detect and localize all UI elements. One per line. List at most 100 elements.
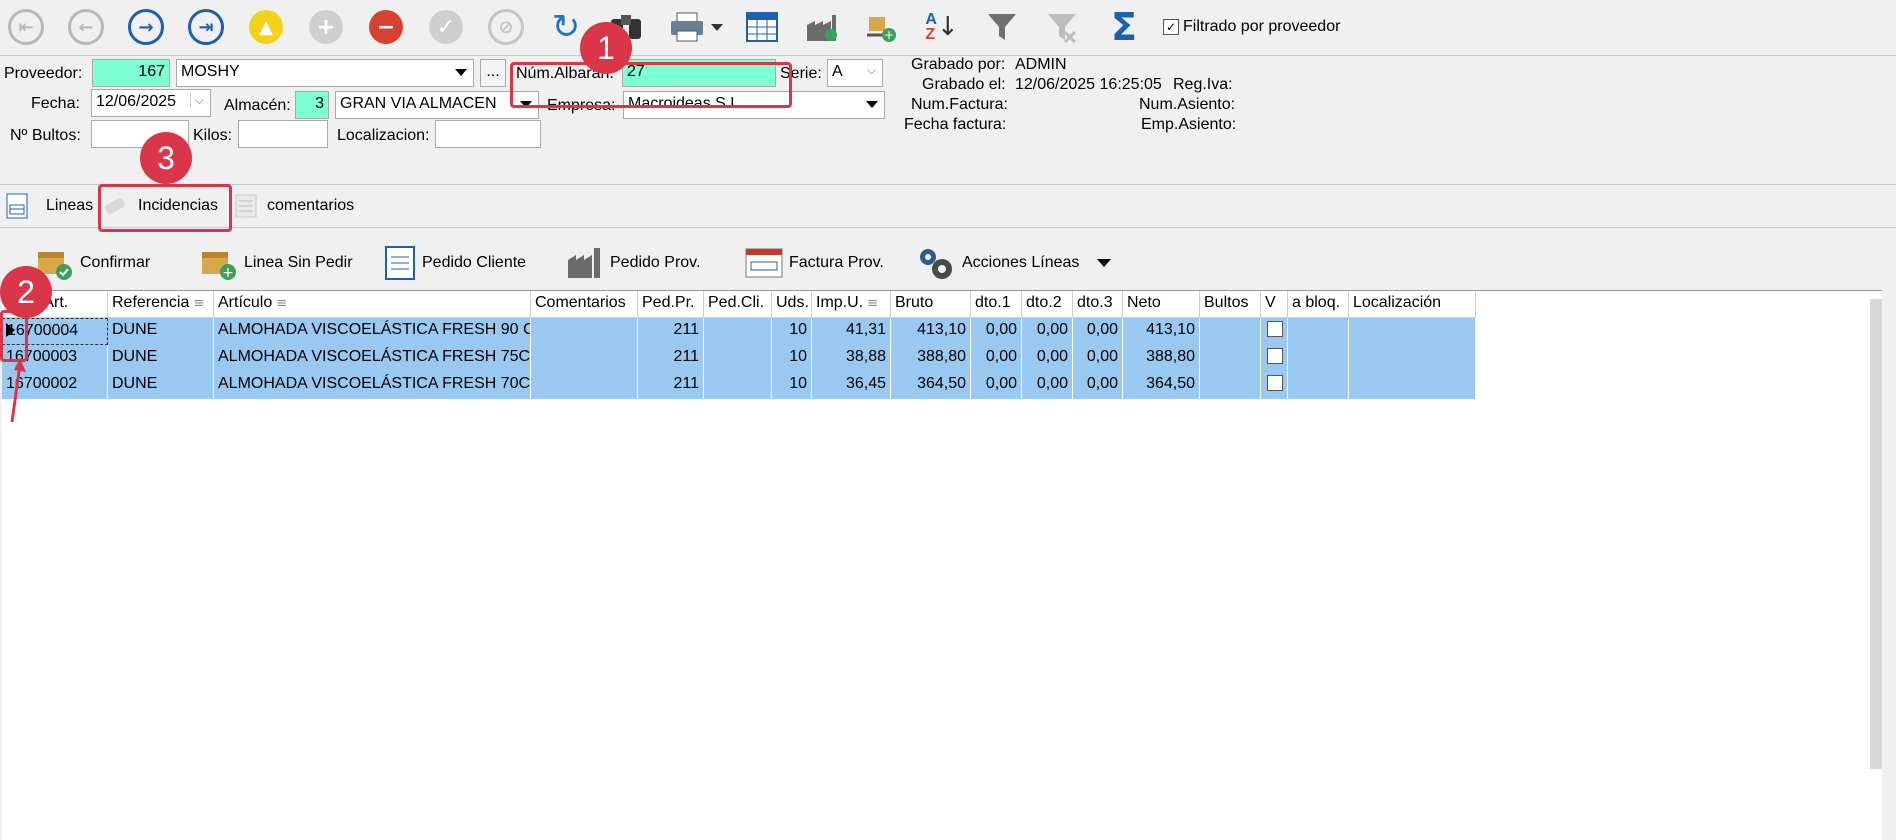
column-header[interactable]: dto.3 — [1073, 291, 1123, 318]
table-cell[interactable] — [1200, 318, 1261, 345]
column-header[interactable]: Comentarios — [531, 291, 638, 318]
table-cell[interactable] — [704, 372, 772, 399]
table-cell[interactable] — [1349, 372, 1476, 399]
table-cell[interactable] — [531, 372, 638, 399]
localizacion-field[interactable] — [435, 120, 541, 148]
table-cell[interactable]: 0,00 — [971, 318, 1022, 345]
table-cell[interactable]: 211 — [638, 318, 704, 345]
delete-icon[interactable]: − — [366, 7, 406, 47]
table-cell[interactable]: 0,00 — [1073, 345, 1123, 372]
checkbox-checked-icon[interactable]: ✓ — [1163, 19, 1179, 35]
add-icon[interactable]: + — [306, 7, 346, 47]
table-cell[interactable]: 0,00 — [1022, 372, 1073, 399]
table-cell[interactable]: ALMOHADA VISCOELÁSTICA FRESH 70CM — [214, 372, 531, 399]
table-cell[interactable]: 10 — [772, 372, 812, 399]
table-cell[interactable]: ALMOHADA VISCOELÁSTICA FRESH 75CM — [214, 345, 531, 372]
table-cell[interactable]: 41,31 — [812, 318, 891, 345]
cart-add-icon[interactable]: + — [862, 7, 902, 47]
cancel-icon[interactable]: ⊘ — [486, 7, 526, 47]
column-header[interactable]: Ped.Pr. — [638, 291, 704, 318]
prev-icon[interactable]: ← — [66, 7, 106, 47]
table-cell[interactable] — [704, 318, 772, 345]
sort-filter-icon[interactable]: ≡ — [193, 296, 204, 311]
row-v-checkbox[interactable] — [1267, 321, 1283, 337]
tab-lineas[interactable]: Lineas — [6, 185, 93, 227]
table-cell[interactable]: 211 — [638, 372, 704, 399]
table-cell[interactable]: DUNE — [108, 345, 214, 372]
table-cell[interactable]: 364,50 — [1123, 372, 1200, 399]
proveedor-name-select[interactable]: MOSHY — [176, 59, 474, 87]
table-cell[interactable]: 36,45 — [812, 372, 891, 399]
serie-select[interactable]: A ⌵ — [827, 59, 883, 87]
row-v-checkbox[interactable] — [1267, 375, 1283, 391]
next-icon[interactable]: → — [126, 7, 166, 47]
table-cell[interactable] — [1288, 318, 1349, 345]
table-cell[interactable] — [704, 345, 772, 372]
almacen-name-select[interactable]: GRAN VIA ALMACEN — [335, 91, 539, 119]
pedido-cliente-button[interactable]: Pedido Cliente — [384, 240, 526, 286]
table-cell[interactable] — [1261, 318, 1288, 345]
grid-icon[interactable] — [742, 7, 782, 47]
linea-sin-pedir-button[interactable]: + Linea Sin Pedir — [200, 240, 353, 286]
table-cell[interactable]: ALMOHADA VISCOELÁSTICA FRESH 90 CM — [214, 318, 531, 345]
table-cell[interactable]: 413,10 — [1123, 318, 1200, 345]
table-cell[interactable] — [1349, 318, 1476, 345]
table-cell[interactable]: 38,88 — [812, 345, 891, 372]
kilos-field[interactable] — [238, 120, 328, 148]
first-icon[interactable]: ⇤ — [6, 7, 46, 47]
proveedor-code-field[interactable]: 167 — [92, 59, 170, 87]
tab-comentarios[interactable]: comentarios — [235, 185, 354, 227]
proveedor-browse-button[interactable]: ... — [480, 59, 506, 87]
sort-filter-icon[interactable]: ≡ — [276, 296, 287, 311]
table-cell[interactable]: DUNE — [108, 318, 214, 345]
column-header[interactable]: dto.2 — [1022, 291, 1073, 318]
last-icon[interactable]: ⇥ — [186, 7, 226, 47]
factura-prov-button[interactable]: Factura Prov. — [745, 240, 884, 286]
table-cell[interactable]: 0,00 — [971, 372, 1022, 399]
table-cell[interactable]: 10 — [772, 318, 812, 345]
column-header[interactable]: Imp.U. ≡ — [812, 291, 891, 318]
confirm-icon[interactable]: ✓ — [426, 7, 466, 47]
table-cell[interactable] — [1200, 372, 1261, 399]
table-cell[interactable]: 388,80 — [891, 345, 971, 372]
table-cell[interactable] — [1349, 345, 1476, 372]
column-header[interactable]: dto.1 — [971, 291, 1022, 318]
column-header[interactable]: Ped.Cli. — [704, 291, 772, 318]
column-header[interactable]: Uds. — [772, 291, 812, 318]
table-cell[interactable]: DUNE — [108, 372, 214, 399]
acciones-lineas-button[interactable]: Acciones Líneas — [916, 240, 1112, 286]
table-cell[interactable]: 0,00 — [1022, 318, 1073, 345]
column-header[interactable]: Artículo ≡ — [214, 291, 531, 318]
column-header[interactable]: a bloq. — [1288, 291, 1349, 318]
column-header[interactable]: V — [1261, 291, 1288, 318]
table-cell[interactable] — [1288, 345, 1349, 372]
table-cell[interactable] — [1200, 345, 1261, 372]
table-cell[interactable]: 10 — [772, 345, 812, 372]
column-header[interactable]: Bultos — [1200, 291, 1261, 318]
confirmar-button[interactable]: Confirmar — [36, 240, 150, 286]
pedido-prov-button[interactable]: Pedido Prov. — [566, 240, 700, 286]
clear-filter-icon[interactable] — [1042, 7, 1082, 47]
sort-filter-icon[interactable]: ≡ — [867, 296, 878, 311]
calendar-dropdown-icon[interactable]: ⌵ — [189, 93, 204, 108]
table-cell[interactable] — [1288, 372, 1349, 399]
column-header[interactable]: Bruto — [891, 291, 971, 318]
table-cell[interactable] — [531, 345, 638, 372]
table-cell[interactable]: 364,50 — [891, 372, 971, 399]
table-cell[interactable]: 0,00 — [1022, 345, 1073, 372]
sum-icon[interactable]: Σ — [1104, 5, 1144, 49]
table-cell[interactable]: 0,00 — [1073, 372, 1123, 399]
table-cell[interactable] — [1261, 345, 1288, 372]
table-cell[interactable]: 413,10 — [891, 318, 971, 345]
almacen-code-field[interactable]: 3 — [295, 91, 329, 119]
filter-icon[interactable] — [982, 7, 1022, 47]
vertical-scrollbar[interactable] — [1870, 299, 1882, 769]
filter-provider-checkbox[interactable]: ✓ Filtrado por proveedor — [1163, 18, 1340, 36]
column-header[interactable]: Localización — [1349, 291, 1476, 318]
sort-az-icon[interactable]: A Z ↓ — [922, 7, 962, 47]
table-cell[interactable]: 0,00 — [1073, 318, 1123, 345]
row-v-checkbox[interactable] — [1267, 348, 1283, 364]
print-icon[interactable] — [666, 7, 726, 47]
column-header[interactable]: Referencia ≡ — [108, 291, 214, 318]
column-header[interactable]: Neto — [1123, 291, 1200, 318]
